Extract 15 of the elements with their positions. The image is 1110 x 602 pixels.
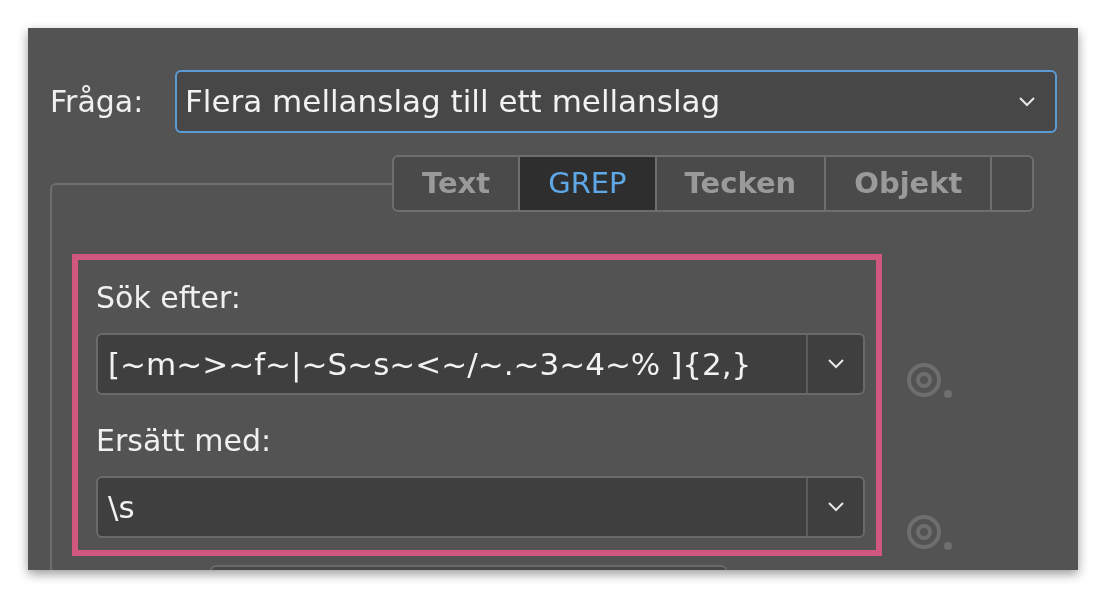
change-label: Ersätt med: xyxy=(96,422,273,460)
field-value: \s xyxy=(107,487,136,527)
query-value: Flera mellanslag till ett mellanslag xyxy=(185,82,721,122)
tab[interactable]: Tecken xyxy=(656,157,827,210)
chevron-down-icon xyxy=(1017,95,1037,108)
tab[interactable]: GREP xyxy=(520,157,657,210)
find-label: Sök efter: xyxy=(96,279,242,317)
combo-field[interactable]: \s xyxy=(96,476,865,538)
field-value: [~m~>~f~|~S~s~<~/~.~3~4~% ]{2,} xyxy=(107,344,753,385)
query-dropdown[interactable]: Flera mellanslag till ett mellanslag xyxy=(175,70,1057,133)
query-label: Fråga: xyxy=(50,83,145,121)
tab[interactable]: Objekt xyxy=(826,157,993,210)
chevron-down-icon xyxy=(825,501,846,513)
chevron-down-icon xyxy=(825,358,846,370)
combo-field[interactable]: [~m~>~f~|~S~s~<~/~.~3~4~% ]{2,} xyxy=(96,333,865,395)
